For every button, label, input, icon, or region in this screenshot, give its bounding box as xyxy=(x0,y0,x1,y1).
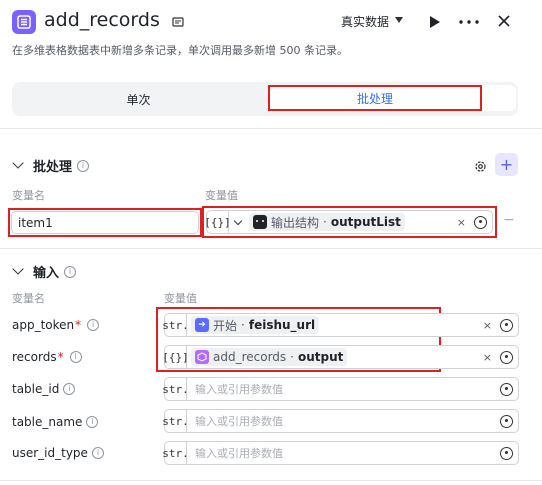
param-label-user-id-type: user_id_type i xyxy=(12,446,104,460)
type-tag[interactable]: str. xyxy=(162,442,189,464)
param-input-placeholder[interactable]: 输入或引用参数值 xyxy=(187,445,283,461)
ref-var: outputList xyxy=(330,215,401,229)
play-icon[interactable] xyxy=(427,14,441,28)
param-label-app-token: app_token * i xyxy=(12,318,100,332)
batch-col-name: 变量名 xyxy=(12,189,45,202)
node-description: 在多维表格数据表中新增多条记录，单次调用最多新增 500 条记录。 xyxy=(12,44,348,57)
param-input-placeholder[interactable]: 输入或引用参数值 xyxy=(187,413,283,429)
clear-icon[interactable]: × xyxy=(483,319,492,332)
param-value-table-name[interactable]: str. 输入或引用参数值 xyxy=(162,409,519,433)
start-node-icon: ➔ xyxy=(195,318,209,332)
param-value-user-id-type[interactable]: str. 输入或引用参数值 xyxy=(162,441,519,465)
reference-chip: add_records · output xyxy=(191,348,348,366)
more-icon[interactable] xyxy=(458,14,480,28)
clear-icon[interactable]: × xyxy=(457,216,466,229)
ref-sep: · xyxy=(290,350,294,364)
reference-target-icon[interactable] xyxy=(500,318,513,332)
cube-node-icon xyxy=(195,350,209,364)
add-batch-button[interactable]: + xyxy=(495,153,518,176)
info-icon[interactable]: i xyxy=(77,159,90,172)
type-tag[interactable]: str. xyxy=(162,314,189,336)
reference-target-icon[interactable] xyxy=(500,350,513,364)
info-icon[interactable]: i xyxy=(63,383,76,395)
param-label-records: records * i xyxy=(12,350,82,364)
info-icon[interactable]: i xyxy=(64,265,77,278)
reference-chip: 输出结构 · outputList xyxy=(249,213,405,231)
param-input-placeholder[interactable]: 输入或引用参数值 xyxy=(187,381,283,397)
type-tag[interactable]: str. xyxy=(162,378,189,400)
collapse-input-icon[interactable] xyxy=(12,263,24,275)
type-tag[interactable]: [{}] xyxy=(204,211,231,233)
batch-var-value-field[interactable]: [{}] 输出结构 · outputList × xyxy=(204,210,493,234)
reference-target-icon[interactable] xyxy=(500,414,513,428)
batch-var-name-input[interactable]: item1 xyxy=(11,211,199,234)
tab-batch-bg xyxy=(482,85,516,111)
reference-target-icon[interactable] xyxy=(474,215,487,229)
ref-source: 输出结构 xyxy=(271,215,320,230)
type-tag[interactable]: [{}] xyxy=(162,346,189,368)
param-value-table-id[interactable]: str. 输入或引用参数值 xyxy=(162,377,519,401)
tab-single[interactable]: 单次 xyxy=(12,82,265,116)
ref-sep: · xyxy=(241,318,245,332)
ref-source: 开始 xyxy=(213,318,238,333)
info-icon[interactable]: i xyxy=(69,351,82,363)
info-icon[interactable]: i xyxy=(86,416,99,428)
batch-col-value: 变量值 xyxy=(205,189,238,202)
param-label-table-id: table_id i xyxy=(12,382,76,396)
divider xyxy=(0,248,542,249)
edit-icon[interactable] xyxy=(171,14,185,28)
ref-var: output xyxy=(298,350,344,364)
remove-row-icon[interactable]: − xyxy=(503,212,515,228)
param-label-table-name: table_name i xyxy=(12,415,99,429)
ref-sep: · xyxy=(323,215,327,229)
node-type-icon xyxy=(12,10,36,34)
input-col-name: 变量名 xyxy=(12,292,45,305)
type-tag[interactable]: str. xyxy=(162,410,189,432)
input-col-value: 变量值 xyxy=(164,292,197,305)
collapse-batch-icon[interactable] xyxy=(12,157,24,169)
settings-icon[interactable] xyxy=(474,158,487,177)
ref-source: add_records xyxy=(213,350,287,364)
ref-var: feishu_url xyxy=(248,318,316,332)
chevron-down-icon[interactable] xyxy=(229,216,247,225)
info-icon[interactable]: i xyxy=(91,447,104,459)
reference-chip: ➔ 开始 · feishu_url xyxy=(191,316,320,334)
param-value-app-token[interactable]: str. ➔ 开始 · feishu_url × xyxy=(162,313,519,337)
divider xyxy=(0,128,542,129)
node-title[interactable]: add_records xyxy=(44,9,160,31)
caret-down-icon[interactable] xyxy=(395,17,403,23)
input-section-title: 输入 i xyxy=(33,262,77,281)
tab-batch[interactable]: 批处理 xyxy=(268,85,482,111)
divider xyxy=(0,480,542,481)
clear-icon[interactable]: × xyxy=(483,351,492,364)
batch-section-title: 批处理 i xyxy=(33,156,90,175)
info-icon[interactable]: i xyxy=(87,319,100,331)
reference-target-icon[interactable] xyxy=(500,382,513,396)
reference-target-icon[interactable] xyxy=(500,446,513,460)
mode-select[interactable]: 真实数据 xyxy=(341,13,389,30)
param-value-records[interactable]: [{}] add_records · output × xyxy=(162,345,519,369)
robot-icon xyxy=(253,215,267,229)
close-icon[interactable] xyxy=(496,13,512,29)
